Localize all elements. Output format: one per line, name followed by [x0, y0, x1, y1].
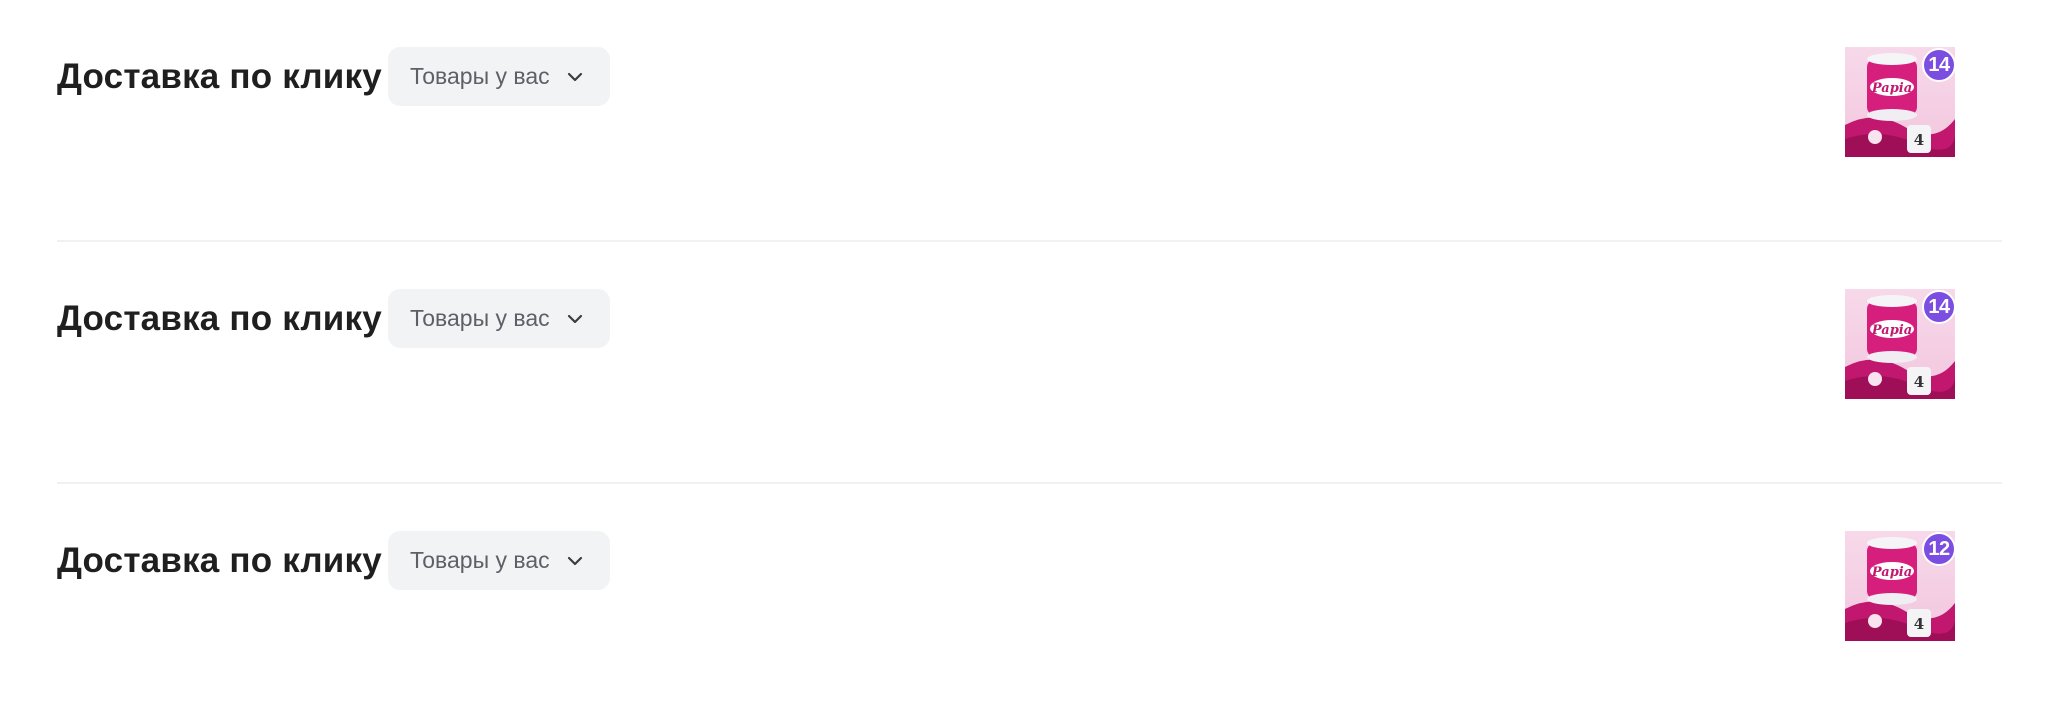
- order-row: Доставка по клику Товары у вас Papia 4 1…: [57, 242, 2002, 484]
- quantity-badge: 14: [1922, 48, 1956, 82]
- product-thumbnail[interactable]: Papia 4 3 12: [1845, 531, 1956, 641]
- items-dropdown[interactable]: Товары у вас: [388, 531, 610, 590]
- order-row: Доставка по клику Товары у вас Papia 4 1…: [57, 484, 2002, 726]
- svg-text:Papia: Papia: [1871, 81, 1912, 96]
- svg-text:4: 4: [1914, 615, 1924, 633]
- quantity-badge: 14: [1922, 290, 1956, 324]
- svg-text:Papia: Papia: [1871, 565, 1912, 580]
- items-dropdown-label: Товары у вас: [410, 63, 550, 89]
- product-thumbnail[interactable]: Papia 4 3 14: [1845, 289, 1956, 399]
- items-dropdown[interactable]: Товары у вас: [388, 47, 610, 106]
- chevron-down-icon: [564, 66, 586, 88]
- chevron-down-icon: [564, 550, 586, 572]
- order-row: Доставка по клику Товары у вас Papia 4 1…: [57, 0, 2002, 242]
- order-title: Доставка по клику: [57, 57, 382, 96]
- chevron-down-icon: [564, 308, 586, 330]
- svg-text:4: 4: [1914, 373, 1924, 391]
- order-list: Доставка по клику Товары у вас Papia 4 1…: [0, 0, 2048, 673]
- svg-text:Papia: Papia: [1871, 323, 1912, 338]
- order-title: Доставка по клику: [57, 299, 382, 338]
- svg-text:4: 4: [1914, 131, 1924, 149]
- order-title: Доставка по клику: [57, 541, 382, 580]
- items-dropdown-label: Товары у вас: [410, 305, 550, 331]
- quantity-badge: 12: [1922, 532, 1956, 566]
- items-dropdown-label: Товары у вас: [410, 547, 550, 573]
- product-thumbnail[interactable]: Papia 4 3 14: [1845, 47, 1956, 157]
- items-dropdown[interactable]: Товары у вас: [388, 289, 610, 348]
